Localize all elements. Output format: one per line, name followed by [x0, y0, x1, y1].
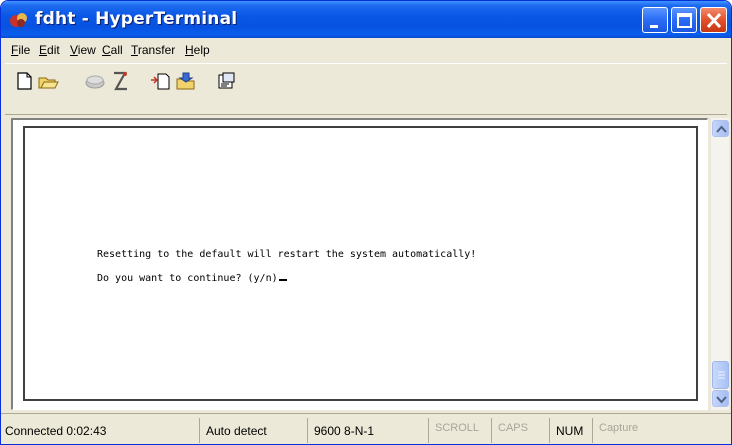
- status-scroll: SCROLL: [428, 418, 491, 443]
- terminal-prompt: Do you want to continue? (y/n): [97, 273, 278, 284]
- minimize-button[interactable]: [642, 7, 668, 33]
- status-connected: Connected 0:02:43: [5, 424, 107, 438]
- menu-file[interactable]: File: [11, 43, 30, 57]
- hyperterminal-icon[interactable]: [9, 10, 29, 30]
- receive-icon[interactable]: [175, 70, 199, 92]
- new-icon[interactable]: [13, 70, 37, 92]
- status-bar: Connected 0:02:43 Auto detect 9600 8-N-1…: [1, 413, 731, 444]
- vertical-scrollbar[interactable]: [710, 118, 729, 410]
- terminal-line: Resetting to the default will restart th…: [97, 249, 477, 260]
- scroll-thumb[interactable]: [712, 361, 729, 389]
- window-title: fdht - HyperTerminal: [35, 9, 238, 29]
- dial-icon[interactable]: [109, 70, 133, 92]
- status-num: NUM: [549, 418, 592, 443]
- menu-transfer[interactable]: Transfer: [131, 43, 175, 57]
- close-button[interactable]: [700, 7, 727, 33]
- toolbar: [5, 63, 727, 115]
- terminal-screen[interactable]: Resetting to the default will restart th…: [23, 126, 698, 401]
- menu-bar: File Edit View Call Transfer Help: [5, 40, 727, 62]
- menu-edit[interactable]: Edit: [39, 43, 60, 57]
- disconnect-icon[interactable]: [83, 70, 107, 92]
- status-port: 9600 8-N-1: [307, 418, 428, 443]
- status-detect: Auto detect: [199, 418, 307, 443]
- text-cursor: [278, 279, 287, 281]
- status-capture: Capture: [592, 418, 731, 443]
- menu-view[interactable]: View: [70, 43, 96, 57]
- terminal-prompt-line: Do you want to continue? (y/n): [97, 273, 287, 284]
- open-icon[interactable]: [37, 70, 61, 92]
- properties-icon[interactable]: [215, 70, 239, 92]
- title-bar[interactable]: fdht - HyperTerminal: [1, 1, 731, 38]
- send-icon[interactable]: [149, 70, 173, 92]
- menu-call[interactable]: Call: [102, 43, 123, 57]
- hyperterminal-window: fdht - HyperTerminal File Edit View Call…: [0, 0, 732, 445]
- maximize-button[interactable]: [671, 7, 697, 33]
- menu-help[interactable]: Help: [185, 43, 210, 57]
- status-caps: CAPS: [491, 418, 549, 443]
- scroll-down-button[interactable]: [712, 390, 729, 407]
- scroll-up-button[interactable]: [712, 120, 729, 137]
